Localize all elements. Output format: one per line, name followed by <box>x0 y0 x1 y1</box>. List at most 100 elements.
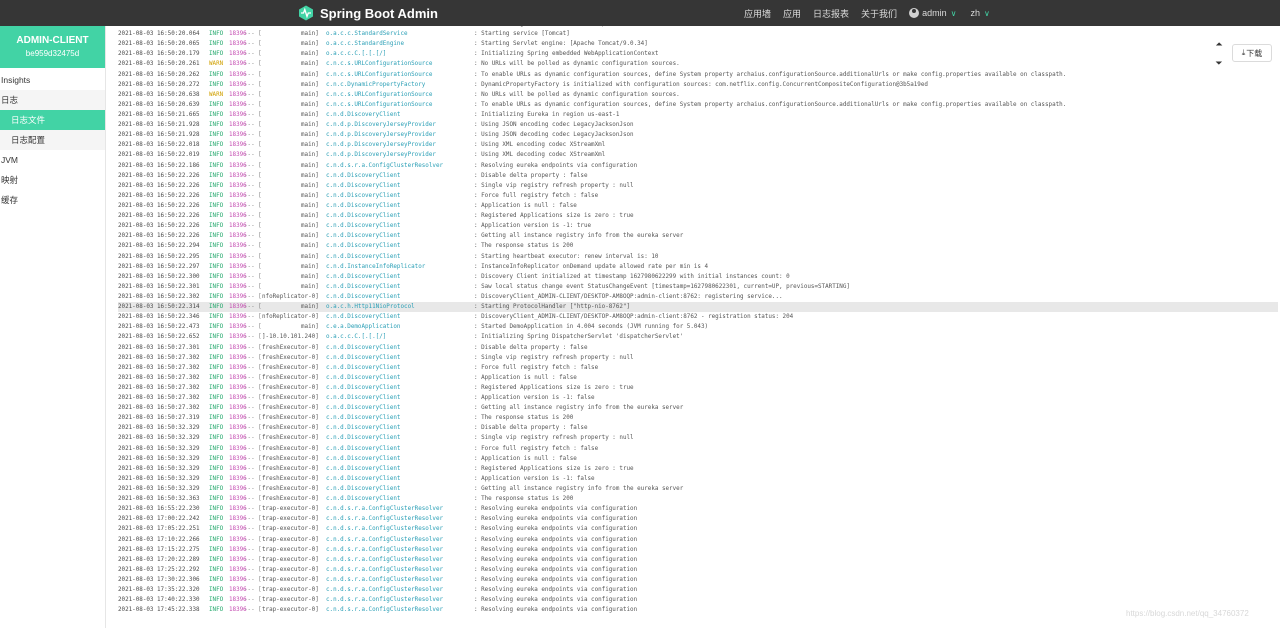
chevron-down-icon: ∨ <box>950 8 957 18</box>
log-level: INFO <box>209 334 224 341</box>
sidebar-item-caches[interactable]: 缓存 <box>0 190 105 210</box>
sidebar-item-insights[interactable]: Insights <box>0 70 105 90</box>
log-thread: trap-executor-0] <box>262 506 319 513</box>
log-level: INFO <box>209 415 224 422</box>
log-timestamp: 2021-08-03 16:50:27.302 <box>118 374 200 381</box>
log-timestamp: 2021-08-03 17:20:22.289 <box>118 556 200 563</box>
log-timestamp: 2021-08-03 16:50:22.294 <box>118 243 200 250</box>
log-output: 2021-08-03 16:50:20.052INFO18396 main]o.… <box>118 26 1278 615</box>
log-line: 2021-08-03 16:50:22.294 INFO 18396 main] c.… <box>118 241 1278 251</box>
log-line: 2021-08-03 16:50:21.665 INFO 18396 main] c.… <box>118 110 1278 120</box>
log-thread: main] <box>262 172 319 179</box>
log-timestamp: 2021-08-03 16:50:22.226 <box>118 172 200 179</box>
log-level: INFO <box>209 293 224 300</box>
log-line: 2021-08-03 16:50:27.302 INFO 18396 freshExe… <box>118 403 1278 413</box>
nav-link-about[interactable]: 关于我们 <box>861 7 897 20</box>
log-level: INFO <box>209 395 224 402</box>
log-timestamp: 2021-08-03 16:50:22.226 <box>118 223 200 230</box>
scroll-to-top-icon[interactable]: ⏶ <box>1213 38 1225 50</box>
log-message: : Force full registry fetch : false <box>474 445 599 452</box>
log-message: : Application is null : false <box>474 455 577 462</box>
sidebar-item-mappings[interactable]: 映射 <box>0 170 105 190</box>
log-separator: --- [ <box>244 566 262 573</box>
log-timestamp: 2021-08-03 16:50:20.065 <box>118 41 200 48</box>
log-logger: c.n.d.DiscoveryClient <box>326 243 401 250</box>
log-timestamp: 2021-08-03 16:50:21.665 <box>118 111 200 118</box>
user-menu[interactable]: admin ∨ <box>909 8 956 18</box>
log-thread: main] <box>262 81 319 88</box>
log-line: 2021-08-03 17:05:22.251 INFO 18396 trap-exe… <box>118 524 1278 534</box>
log-level: INFO <box>209 465 224 472</box>
sidebar-item-logging[interactable]: 日志 <box>0 90 105 110</box>
log-thread: trap-executor-0] <box>262 526 319 533</box>
download-button[interactable]: ⤓ 下载 <box>1232 44 1272 62</box>
log-message: : Application version is -1: false <box>474 475 595 482</box>
sidebar-item-logfile[interactable]: 日志文件 <box>0 110 105 130</box>
log-line: 2021-08-03 16:50:22.301 INFO 18396 main] c.… <box>118 282 1278 292</box>
nav-link-wallboard[interactable]: 应用墙 <box>744 7 771 20</box>
log-message: : Resolving eureka endpoints via configu… <box>474 597 638 604</box>
log-logger: c.n.d.s.r.a.ConfigClusterResolver <box>326 577 444 584</box>
download-icon: ⤓ <box>1241 48 1246 57</box>
log-thread: main] <box>262 182 319 189</box>
log-separator: --- [ <box>244 142 262 149</box>
log-timestamp: 2021-08-03 16:50:32.329 <box>118 435 200 442</box>
log-level: INFO <box>209 202 224 209</box>
language-menu[interactable]: zh ∨ <box>970 8 989 18</box>
brand[interactable]: Spring Boot Admin <box>298 4 438 22</box>
log-message: : Registered Applications size is zero :… <box>474 213 634 220</box>
sidebar-item-loggers[interactable]: 日志配置 <box>0 130 105 150</box>
log-message: : Initializing Eureka in region us-east-… <box>474 111 620 118</box>
log-line: 2021-08-03 16:50:20.065 INFO 18396 main] o.… <box>118 39 1278 49</box>
log-message: : Initializing Spring embedded WebApplic… <box>474 51 659 58</box>
log-level: INFO <box>209 566 224 573</box>
log-thread: main] <box>262 101 319 108</box>
log-line: 2021-08-03 16:50:22.314 INFO 18396 main] o.… <box>118 302 1278 313</box>
log-separator: --- [ <box>244 384 262 391</box>
log-message: : Initializing Spring DispatcherServlet … <box>474 334 684 341</box>
log-message: : Using JSON encoding codec LegacyJackso… <box>474 122 634 129</box>
log-level: INFO <box>209 455 224 462</box>
log-line: 2021-08-03 16:50:22.302 INFO 18396 nfoRepli… <box>118 292 1278 302</box>
log-separator: --- [ <box>244 223 262 230</box>
log-timestamp: 2021-08-03 16:50:22.297 <box>118 263 200 270</box>
log-thread: main] <box>262 132 319 139</box>
log-timestamp: 2021-08-03 16:50:22.226 <box>118 233 200 240</box>
log-separator: --- [ <box>244 546 262 553</box>
nav-link-applications[interactable]: 应用 <box>783 7 801 20</box>
log-separator: --- [ <box>244 455 262 462</box>
log-level: INFO <box>209 536 224 543</box>
log-logger: c.n.d.DiscoveryClient <box>326 455 401 462</box>
log-separator: --- [ <box>244 354 262 361</box>
log-message: : Application version is -1: true <box>474 223 592 230</box>
log-level: INFO <box>209 253 224 260</box>
log-separator: --- [ <box>244 445 262 452</box>
log-logger: c.n.d.DiscoveryClient <box>326 223 401 230</box>
app-card[interactable]: ADMIN-CLIENT be959d32475d <box>0 26 105 68</box>
log-line: 2021-08-03 16:50:22.019 INFO 18396 main] c.… <box>118 150 1278 160</box>
top-navbar: Spring Boot Admin 应用墙 应用 日志报表 关于我们 admin… <box>0 0 1280 26</box>
log-level: INFO <box>209 556 224 563</box>
sidebar: ADMIN-CLIENT be959d32475d Insights 日志 日志… <box>0 26 106 628</box>
log-level: INFO <box>209 41 224 48</box>
log-message: : Using JSON decoding codec LegacyJackso… <box>474 132 634 139</box>
log-logger: c.n.d.DiscoveryClient <box>326 384 401 391</box>
log-timestamp: 2021-08-03 16:50:22.301 <box>118 283 200 290</box>
log-message: : Application version is -1: false <box>474 395 595 402</box>
log-logger: c.n.d.DiscoveryClient <box>326 496 401 503</box>
log-level: INFO <box>209 344 224 351</box>
log-logger: c.n.d.DiscoveryClient <box>326 445 401 452</box>
log-thread: main] <box>262 51 319 58</box>
log-separator: --- [ <box>244 475 262 482</box>
log-line: 2021-08-03 16:50:22.300 INFO 18396 main] c.… <box>118 272 1278 282</box>
log-message: : Started DemoApplication in 4.004 secon… <box>474 324 709 331</box>
log-line: 2021-08-03 16:50:22.652 INFO 18396]-10.10.… <box>118 332 1278 342</box>
log-line: 2021-08-03 16:50:22.226 INFO 18396 main] c.… <box>118 221 1278 231</box>
log-line: 2021-08-03 16:50:22.018 INFO 18396 main] c.… <box>118 140 1278 150</box>
sidebar-item-jvm[interactable]: JVM <box>0 150 105 170</box>
log-level: INFO <box>209 425 224 432</box>
nav-link-journal[interactable]: 日志报表 <box>813 7 849 20</box>
scroll-to-bottom-icon[interactable]: ⏷ <box>1213 57 1225 69</box>
log-timestamp: 2021-08-03 16:50:20.179 <box>118 51 200 58</box>
log-level: INFO <box>209 263 224 270</box>
